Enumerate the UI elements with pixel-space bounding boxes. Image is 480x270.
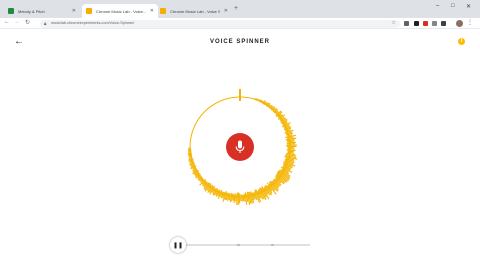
address-bar[interactable]: 🔒︎ musiclab.chromeexperiments.com/Voice-… [40,19,400,28]
waveform-bar [188,153,192,156]
tab-close-icon[interactable]: ✕ [150,8,154,14]
track-tick-mark [237,244,240,246]
maximize-button[interactable]: □ [451,3,455,9]
tab-title: Chrome Music Lab - Voice... [96,8,146,14]
forward-nav-icon[interactable]: → [14,19,20,25]
bookmark-star-icon[interactable]: ☆ [392,20,396,26]
waveform-bar [286,141,296,144]
minimize-button[interactable]: – [436,3,439,9]
pause-button[interactable]: ❚❚ [170,237,186,253]
tab-favicon-icon [160,8,166,14]
tab-voice-spinner-2[interactable]: Chrome Music Lab - Voice Spin... ✕ [156,4,232,18]
tab-favicon-icon [86,8,92,14]
record-button[interactable] [226,133,254,161]
extension-icon[interactable] [423,21,428,26]
tab-title: Melody & Pitch [18,8,45,14]
info-icon[interactable]: i [458,38,465,45]
waveform-bar [286,149,296,152]
waveform-bar [257,98,259,102]
back-nav-icon[interactable]: ← [4,19,10,25]
extension-icon[interactable] [404,21,409,26]
tab-voice-spinner-active[interactable]: Chrome Music Lab - Voice... ✕ [82,4,158,18]
playback-track[interactable] [184,244,310,246]
track-tick-mark [271,244,274,246]
browser-menu-icon[interactable]: ⋮ [467,19,473,26]
tab-close-icon[interactable]: ✕ [224,8,228,14]
waveform-bar [255,98,258,101]
new-tab-button[interactable]: + [234,5,238,12]
waveform-bar [188,155,193,158]
extension-icon[interactable] [432,21,437,26]
tab-melody-pitch[interactable]: Melody & Pitch ✕ [4,4,80,18]
waveform-bar [287,140,295,143]
waveform-bar [287,151,294,154]
waveform-bar [188,154,193,157]
waveform-bar [232,194,235,201]
reload-icon[interactable]: ↻ [25,19,30,26]
tab-favicon-icon [8,8,14,14]
microphone-icon [235,140,245,153]
tab-close-icon[interactable]: ✕ [72,8,76,14]
waveform-bar [258,99,260,102]
extension-icon[interactable] [441,21,446,26]
close-window-button[interactable]: ✕ [466,3,471,10]
waveform-bar [254,97,257,101]
url-text: musiclab.chromeexperiments.com/Voice-Spi… [51,21,135,26]
extension-icon[interactable] [414,21,419,26]
waveform-bar [236,192,238,206]
page-title: VOICE SPINNER [209,39,270,45]
profile-avatar[interactable] [456,20,463,27]
browser-tab-strip: Melody & Pitch ✕ Chrome Music Lab - Voic… [0,0,480,18]
tab-title: Chrome Music Lab - Voice Spin... [170,8,220,14]
waveform-bar [287,150,295,153]
lock-icon: 🔒︎ [44,20,47,26]
waveform-bar [188,157,193,159]
waveform-bar [243,194,246,202]
pause-icon: ❚❚ [172,242,184,249]
waveform-bar [235,194,237,202]
